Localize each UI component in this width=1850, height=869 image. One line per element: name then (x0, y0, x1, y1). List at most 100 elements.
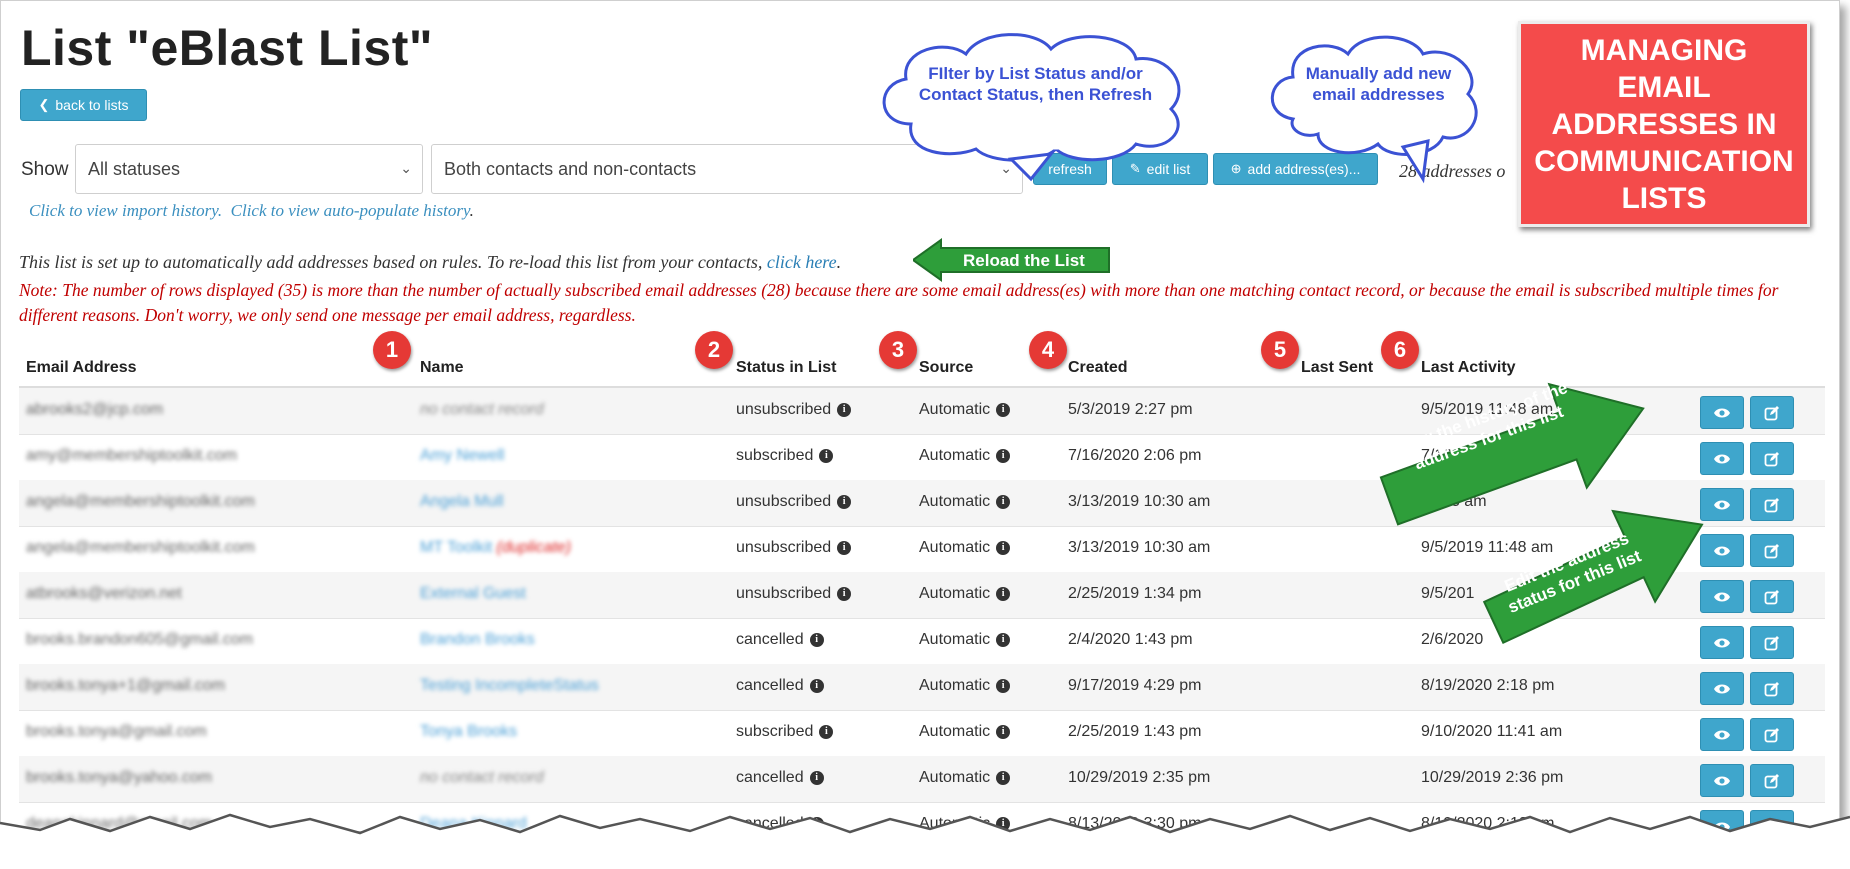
info-icon[interactable]: i (837, 402, 852, 417)
info-icon[interactable]: i (837, 494, 852, 509)
status-cell: cancelled i (736, 677, 824, 695)
name-cell[interactable]: Testing IncompleteStatus (420, 677, 599, 695)
view-history-button[interactable] (1700, 718, 1744, 751)
info-icon[interactable]: i (837, 540, 852, 555)
contact-name: Amy Newell (420, 447, 505, 464)
edit-icon (1764, 405, 1779, 420)
edit-address-button[interactable] (1750, 672, 1794, 705)
status-text: subscribed (736, 447, 814, 464)
view-history-button[interactable] (1700, 672, 1744, 705)
eye-icon (1714, 730, 1730, 739)
source-text: Automatic (919, 539, 991, 556)
info-icon[interactable]: i (819, 448, 834, 463)
status-cell: cancelled i (736, 769, 824, 787)
name-cell[interactable]: Brandon Brooks (420, 631, 535, 649)
filter-cloud-callout (882, 33, 1181, 182)
source-cell: Automatic i (919, 677, 1011, 695)
annotation-badge-1: 1 (373, 331, 411, 369)
banner-text: MANAGING EMAIL ADDRESSES IN COMMUNICATIO… (1534, 33, 1794, 215)
header-source[interactable]: Source (919, 359, 973, 377)
info-icon[interactable]: i (996, 540, 1011, 555)
info-icon[interactable]: i (837, 586, 852, 601)
info-icon[interactable]: i (809, 632, 824, 647)
edit-icon (1764, 451, 1779, 466)
edit-address-button[interactable] (1750, 442, 1794, 475)
edit-address-button[interactable] (1750, 396, 1794, 429)
annotation-badge-3: 3 (879, 331, 917, 369)
list-status-value: All statuses (88, 158, 181, 179)
name-cell[interactable]: MT Toolkit (duplicate) (420, 539, 571, 557)
created-cell: 9/17/2019 4:29 pm (1068, 677, 1202, 694)
email-cell: amy@membershiptoolkit.com (26, 447, 237, 464)
info-icon[interactable]: i (996, 678, 1011, 693)
info-icon[interactable]: i (819, 724, 834, 739)
name-cell[interactable]: External Guest (420, 585, 526, 603)
edit-address-button[interactable] (1750, 718, 1794, 751)
contact-status-value: Both contacts and non-contacts (444, 158, 697, 179)
status-text: unsubscribed (736, 493, 832, 510)
header-email[interactable]: Email Address (26, 359, 137, 377)
view-history-button[interactable] (1700, 442, 1744, 475)
source-cell: Automatic i (919, 769, 1011, 787)
info-icon[interactable]: i (996, 770, 1011, 785)
edit-address-button[interactable] (1750, 580, 1794, 613)
plus-circle-icon: ⊕ (1230, 161, 1242, 176)
source-cell: Automatic i (919, 401, 1011, 419)
annotation-badge-4: 4 (1029, 331, 1067, 369)
managing-addresses-banner: MANAGING EMAIL ADDRESSES IN COMMUNICATIO… (1518, 21, 1810, 227)
info-icon[interactable]: i (996, 724, 1011, 739)
email-cell: brooks.tonya+1@gmail.com (26, 677, 225, 694)
list-status-select[interactable]: All statuses ⌄ (75, 144, 423, 194)
auto-populate-history-link[interactable]: Click to view auto-populate history (231, 201, 470, 220)
contact-name: Testing IncompleteStatus (420, 677, 599, 694)
header-status[interactable]: Status in List (736, 359, 836, 377)
page-title: List "eBlast List" (21, 20, 434, 76)
table-row: brooks.tonya@gmail.com Tonya Brooks subscr… (19, 710, 1825, 757)
header-last-sent[interactable]: Last Sent (1301, 359, 1373, 377)
header-name[interactable]: Name (420, 359, 464, 377)
created-cell: 7/16/2020 2:06 pm (1068, 447, 1202, 464)
info-icon[interactable]: i (996, 632, 1011, 647)
last-activity-cell: 9/10/2020 11:41 am (1421, 723, 1563, 740)
edit-address-button[interactable] (1750, 488, 1794, 521)
header-created[interactable]: Created (1068, 359, 1128, 377)
info-icon[interactable]: i (996, 448, 1011, 463)
info-icon[interactable]: i (809, 770, 824, 785)
name-cell[interactable]: Tonya Brooks (420, 723, 517, 741)
info-icon[interactable]: i (996, 586, 1011, 601)
status-cell: cancelled i (736, 631, 824, 649)
chevron-left-icon: ❮ (38, 97, 50, 112)
email-cell: angela@membershiptoolkit.com (26, 493, 255, 510)
edit-icon (1764, 497, 1779, 512)
info-icon[interactable]: i (809, 678, 824, 693)
created-cell: 3/13/2019 10:30 am (1068, 493, 1211, 510)
table-row: brooks.tonya+1@gmail.com Testing Incomple… (19, 664, 1825, 711)
created-cell: 10/29/2019 2:35 pm (1068, 769, 1211, 786)
source-text: Automatic (919, 631, 991, 648)
view-history-button[interactable] (1700, 764, 1744, 797)
edit-address-button[interactable] (1750, 626, 1794, 659)
view-history-button[interactable] (1700, 396, 1744, 429)
created-cell: 2/25/2019 1:34 pm (1068, 585, 1202, 602)
eye-icon (1714, 408, 1730, 417)
back-to-lists-button[interactable]: ❮ back to lists (20, 89, 147, 121)
import-history-link[interactable]: Click to view import history. (29, 201, 222, 220)
edit-address-button[interactable] (1750, 534, 1794, 567)
source-text: Automatic (919, 723, 991, 740)
source-text: Automatic (919, 585, 991, 602)
source-text: Automatic (919, 401, 991, 418)
info-icon[interactable]: i (996, 494, 1011, 509)
last-activity-cell: 8/19/2020 2:18 pm (1421, 677, 1555, 694)
reload-arrow-label: Reload the List (963, 251, 1085, 270)
contact-name: Angela Mull (420, 493, 504, 510)
manual-add-cloud-text: Manually add new email addresses (1305, 64, 1452, 104)
name-cell[interactable]: Angela Mull (420, 493, 504, 511)
info-icon[interactable]: i (996, 402, 1011, 417)
annotation-badge-2: 2 (695, 331, 733, 369)
torn-edge (0, 813, 1850, 869)
source-cell: Automatic i (919, 493, 1011, 511)
edit-address-button[interactable] (1750, 764, 1794, 797)
reload-list-link[interactable]: click here (767, 252, 837, 272)
status-cell: unsubscribed i (736, 585, 852, 603)
name-cell[interactable]: Amy Newell (420, 447, 504, 465)
